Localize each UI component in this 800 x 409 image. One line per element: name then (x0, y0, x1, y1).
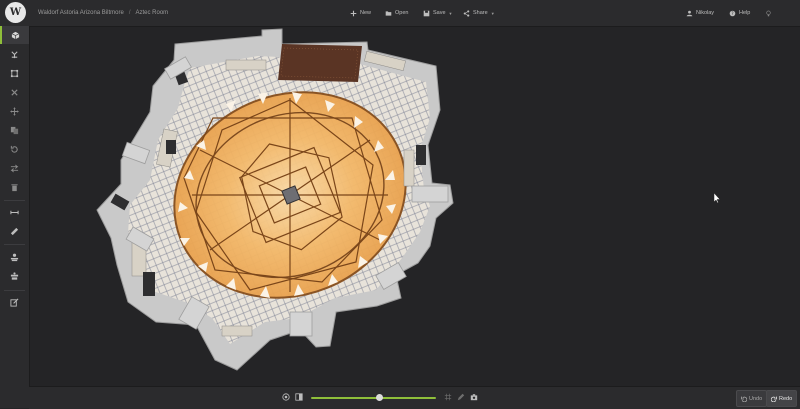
user-icon (686, 10, 693, 16)
save-button-label: Save (433, 10, 446, 16)
top-bar: W Waldorf Astoria Arizona Biltmore / Azt… (0, 0, 800, 27)
save-icon (423, 10, 430, 16)
swap-icon (10, 164, 19, 172)
redo-icon (771, 396, 777, 402)
redo-button[interactable]: Redo (766, 390, 798, 407)
help-button-label: Help (739, 10, 751, 16)
tool-rotate[interactable] (0, 140, 29, 158)
tool-delete[interactable] (0, 178, 29, 196)
rotate-icon (10, 145, 18, 153)
help-button[interactable]: ? Help (729, 0, 750, 26)
new-button-label: New (360, 10, 372, 16)
furniture-icon (11, 50, 18, 58)
tool-sidebar (0, 26, 30, 408)
breadcrumb: Waldorf Astoria Arizona Biltmore / Aztec… (38, 0, 168, 26)
breadcrumb-separator: / (128, 10, 131, 16)
grid-icon (444, 393, 452, 401)
zoom-slider-thumb[interactable] (376, 394, 384, 401)
open-button-label: Open (395, 10, 409, 16)
measure-icon (10, 210, 19, 214)
layout-icon (295, 393, 303, 401)
help-icon: ? (729, 10, 736, 16)
edit-icon (10, 298, 19, 307)
plus-icon (350, 10, 357, 16)
bottom-bar: Undo Redo (29, 386, 800, 409)
notifications-button[interactable] (765, 0, 772, 26)
pencil-icon (457, 393, 465, 401)
tool-edit[interactable] (0, 293, 29, 311)
zoom-slider[interactable] (311, 394, 436, 401)
select-box-icon (10, 69, 19, 77)
chevron-down-icon: ▼ (448, 10, 453, 16)
3d-viewport[interactable] (29, 26, 800, 386)
tool-people[interactable] (0, 248, 29, 266)
tool-close[interactable] (0, 83, 29, 101)
tool-table[interactable] (0, 267, 29, 285)
layout-button[interactable] (294, 392, 304, 402)
share-button[interactable]: Share ▼ (463, 0, 495, 26)
camera-icon (470, 394, 478, 401)
breadcrumb-project[interactable]: Waldorf Astoria Arizona Biltmore (38, 10, 124, 16)
mouse-cursor-icon (714, 193, 721, 203)
tool-copy[interactable] (0, 121, 29, 139)
app-logo[interactable]: W (5, 2, 26, 23)
sidebar-divider (4, 290, 25, 291)
share-icon (463, 9, 470, 17)
redo-label: Redo (779, 395, 793, 402)
pencil-button[interactable] (456, 392, 466, 402)
tool-ruler[interactable] (0, 222, 29, 240)
tool-measure[interactable] (0, 203, 29, 221)
cube-icon (11, 31, 20, 39)
tool-3d-view[interactable] (0, 26, 29, 44)
lightbulb-icon (766, 10, 771, 16)
user-name: Nikolay (696, 10, 715, 16)
people-icon (10, 253, 19, 261)
chevron-down-icon: ▼ (490, 10, 495, 16)
tool-move[interactable] (0, 102, 29, 120)
target-button[interactable] (281, 392, 291, 402)
svg-text:?: ? (731, 11, 733, 16)
camera-button[interactable] (469, 392, 479, 402)
share-button-label: Share (473, 10, 488, 16)
folder-icon (385, 10, 392, 16)
copy-icon (10, 126, 19, 134)
move-icon (10, 106, 19, 116)
open-button[interactable]: Open (385, 0, 408, 26)
table-icon (10, 271, 19, 280)
undo-label: Undo (749, 395, 763, 402)
tool-select-box[interactable] (0, 64, 29, 82)
trash-icon (11, 183, 18, 191)
sidebar-divider (4, 244, 25, 245)
close-icon (11, 88, 18, 96)
tool-swap[interactable] (0, 159, 29, 177)
save-button[interactable]: Save ▼ (423, 0, 453, 26)
sidebar-divider (4, 200, 25, 201)
floor-plan-render[interactable] (29, 26, 800, 386)
tool-furniture[interactable] (0, 45, 29, 63)
breadcrumb-room[interactable]: Aztec Room (135, 10, 168, 16)
ruler-icon (10, 227, 19, 235)
grid-toggle[interactable] (443, 392, 453, 402)
undo-icon (741, 396, 747, 402)
target-icon (282, 393, 290, 401)
user-menu[interactable]: Nikolay (686, 0, 714, 26)
stage (278, 44, 362, 82)
undo-button[interactable]: Undo (736, 390, 768, 407)
new-button[interactable]: New (350, 0, 371, 26)
